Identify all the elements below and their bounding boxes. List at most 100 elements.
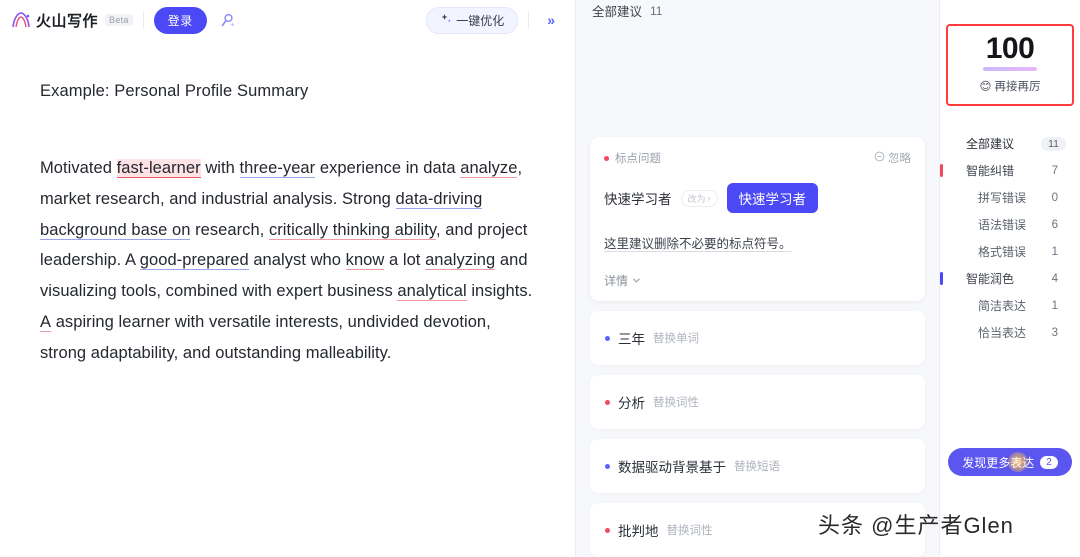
suggestion-details-toggle[interactable]: 详情 <box>604 272 911 289</box>
change-to-pill: 改为 › <box>680 189 718 207</box>
suggestion-item-action: 替换短语 <box>734 461 780 473</box>
category-name: 格式错误 <box>978 245 1027 259</box>
doc-highlight-u-red[interactable]: know <box>345 251 385 271</box>
app-logo[interactable]: 火山写作 Beta <box>10 9 133 31</box>
apply-replacement-button[interactable]: 快速学习者 <box>726 183 819 213</box>
doc-highlight-u-red[interactable]: analytical <box>397 282 467 302</box>
arrow-right-icon: › <box>707 193 711 203</box>
suggestion-item-action: 替换词性 <box>666 525 713 537</box>
score-underline-decoration <box>983 67 1037 71</box>
doc-text-run: Motivated <box>40 159 117 177</box>
category-active-bar <box>940 164 943 177</box>
details-label: 详情 <box>604 274 629 288</box>
category-name: 恰当表达 <box>978 326 1027 340</box>
change-to-label: 改为 <box>687 193 706 204</box>
category-count: 1 <box>1051 245 1058 258</box>
category-count: 1 <box>1051 299 1058 312</box>
category-row-4[interactable]: 格式错误 1 <box>940 238 1080 265</box>
category-row-5[interactable]: 智能润色 4 <box>940 265 1080 292</box>
category-row-6[interactable]: 简洁表达 1 <box>940 292 1080 319</box>
doc-highlight-u-blue[interactable]: good-prepared <box>139 251 249 271</box>
suggestion-item-text: 数据驱动背景基于 <box>618 460 726 475</box>
collapse-panel-button[interactable]: » <box>539 10 563 30</box>
stats-sidebar: 100 😊 再接再厉 全部建议 11 智能纠错 7 拼写错误 0 语法错误 6 格式错误 1 智能润… <box>940 0 1080 557</box>
suggestion-list-item[interactable]: 三年 替换单词 <box>590 311 925 365</box>
document-area[interactable]: Example: Personal Profile Summary Motiva… <box>0 40 575 557</box>
suggestion-item-text: 三年 <box>618 332 645 347</box>
document-paragraph[interactable]: Motivated fast-learner with three-year e… <box>40 153 535 369</box>
watermark: 头条 @生产者Glen <box>818 513 1014 538</box>
category-count: 11 <box>1041 136 1066 151</box>
category-name: 智能纠错 <box>966 164 1015 178</box>
category-name: 简洁表达 <box>978 299 1027 313</box>
category-row-3[interactable]: 语法错误 6 <box>940 211 1080 238</box>
toolbar-divider <box>142 12 144 28</box>
status-dot-icon <box>604 155 609 161</box>
suggestion-item-action: 替换单词 <box>653 333 699 345</box>
doc-text-run: research, <box>190 220 269 239</box>
category-count: 7 <box>1051 164 1058 177</box>
ignore-suggestion-button[interactable]: 忽略 <box>874 150 911 166</box>
discover-more-expressions-button[interactable]: 发现更多表达 2 <box>948 448 1072 476</box>
optimize-label: 一键优化 <box>456 13 505 28</box>
chevron-down-icon <box>632 274 641 288</box>
app-root: 火山写作 Beta 登录 一键优化 » Example: Personal Pr… <box>0 0 1080 557</box>
suggestion-card-tag-label: 标点问题 <box>615 153 661 165</box>
suggestion-replace-row: 快速学习者 改为 › 快速学习者 <box>604 183 911 213</box>
score-caption: 😊 再接再厉 <box>948 78 1072 94</box>
category-row-1[interactable]: 智能纠错 7 <box>940 157 1080 184</box>
app-logo-text: 火山写作 <box>36 12 99 30</box>
doc-text-run: insights. <box>466 282 533 301</box>
doc-highlight-u-red[interactable]: critically thinking ability <box>268 220 436 240</box>
category-name: 语法错误 <box>978 218 1027 232</box>
document-title: Example: Personal Profile Summary <box>40 82 309 100</box>
login-button[interactable]: 登录 <box>153 6 207 34</box>
ignore-label: 忽略 <box>888 153 911 165</box>
suggestion-item-text: 批判地 <box>618 524 659 539</box>
suggestions-header-label: 全部建议 <box>592 5 643 19</box>
status-dot-icon <box>605 463 610 469</box>
volcano-logo-icon <box>10 9 32 31</box>
discover-more-badge: 2 <box>1040 455 1058 469</box>
one-click-optimize-button[interactable]: 一键优化 <box>426 6 519 34</box>
category-row-0[interactable]: 全部建议 11 <box>940 130 1080 157</box>
suggestions-scroll[interactable]: 标点问题 忽略 快速学习者 改为 › 快速学习者 这里建议删除不必要的标点符号。… <box>576 21 939 557</box>
doc-highlight-u-red[interactable]: analyzing <box>425 251 496 271</box>
suggestion-list-item[interactable]: 分析 替换词性 <box>590 375 925 429</box>
category-count: 3 <box>1051 326 1058 339</box>
magic-wand-icon[interactable] <box>215 7 241 33</box>
category-row-7[interactable]: 恰当表达 3 <box>940 319 1080 346</box>
category-count: 6 <box>1051 218 1058 231</box>
doc-text-run: aspiring learner with versatile interest… <box>40 312 491 362</box>
category-list: 全部建议 11 智能纠错 7 拼写错误 0 语法错误 6 格式错误 1 智能润色 4 简洁表达 1 恰当表达… <box>940 130 1080 346</box>
suggestions-pane: 全部建议 11 标点问题 忽略 快速学习者 改为 › 快速学习者 这里建议删除不… <box>576 0 940 557</box>
suggestions-header: 全部建议 11 <box>576 0 939 21</box>
score-caption-text: 再接再厉 <box>994 81 1041 93</box>
suggestions-header-count: 11 <box>650 3 663 18</box>
doc-highlight-u-red[interactable]: analyze <box>460 159 518 178</box>
beta-badge: Beta <box>105 14 133 26</box>
category-name: 智能润色 <box>966 272 1015 286</box>
doc-highlight-u-blue[interactable]: three-year <box>239 159 316 178</box>
category-count: 4 <box>1051 272 1058 285</box>
editor-pane: 火山写作 Beta 登录 一键优化 » Example: Personal Pr… <box>0 0 576 557</box>
category-name: 拼写错误 <box>978 191 1027 205</box>
suggestion-card-header: 标点问题 忽略 <box>604 150 911 166</box>
suggestion-card[interactable]: 标点问题 忽略 快速学习者 改为 › 快速学习者 这里建议删除不必要的标点符号。… <box>590 137 925 301</box>
status-dot-icon <box>605 527 610 533</box>
minus-circle-icon <box>874 151 885 165</box>
suggestion-list-item[interactable]: 数据驱动背景基于 替换短语 <box>590 439 925 493</box>
doc-text-run: with <box>200 159 240 177</box>
doc-text-run: analyst who <box>248 251 346 270</box>
original-text: 快速学习者 <box>604 192 672 207</box>
doc-highlight-u-red[interactable]: A <box>40 312 52 332</box>
editor-toolbar: 火山写作 Beta 登录 一键优化 » <box>0 0 575 40</box>
suggestion-item-text: 分析 <box>618 396 645 411</box>
score-box: 100 😊 再接再厉 <box>946 24 1074 106</box>
discover-more-label: 发现更多表达 <box>962 455 1035 470</box>
sparkle-icon <box>440 13 452 28</box>
category-row-2[interactable]: 拼写错误 0 <box>940 184 1080 211</box>
doc-highlight-hl-red[interactable]: fast-learner <box>116 159 201 178</box>
score-value: 100 <box>985 32 1035 65</box>
suggestion-item-action: 替换词性 <box>653 397 699 409</box>
